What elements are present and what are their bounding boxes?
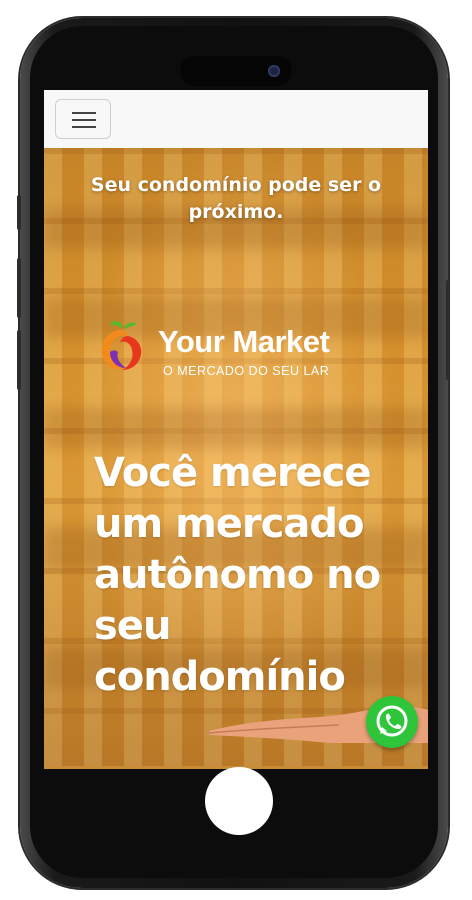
power-button <box>446 280 450 380</box>
volume-up-button <box>17 258 21 318</box>
headline-line: Você merece <box>94 450 372 496</box>
whatsapp-button[interactable] <box>366 696 418 748</box>
shelf-blur <box>44 408 428 448</box>
headline-line: seu <box>94 603 171 649</box>
headline-line: autônomo no <box>94 552 381 598</box>
hamburger-menu-icon[interactable] <box>55 99 111 139</box>
headline-line: um mercado <box>94 501 364 547</box>
dynamic-island <box>180 56 292 86</box>
hero-banner: Seu condomínio pode ser o próximo. Your … <box>44 148 428 766</box>
home-button[interactable] <box>205 767 273 835</box>
whatsapp-icon <box>376 705 408 737</box>
front-camera <box>268 65 280 77</box>
teaser-line: próximo. <box>188 201 284 223</box>
volume-down-button <box>17 330 21 390</box>
brand-name: Your Market <box>158 324 330 359</box>
hero-headline: Você merece um mercado autônomo no seu c… <box>94 448 428 703</box>
teaser-line: Seu condomínio pode ser o <box>90 174 382 196</box>
navbar <box>44 90 428 148</box>
brand-tagline: O MERCADO DO SEU LAR <box>163 364 330 378</box>
mute-switch <box>17 195 21 230</box>
teaser-text: Seu condomínio pode ser o próximo. <box>54 172 418 226</box>
your-market-logo-icon <box>101 321 142 370</box>
phone-screen: Seu condomínio pode ser o próximo. Your … <box>44 90 428 766</box>
